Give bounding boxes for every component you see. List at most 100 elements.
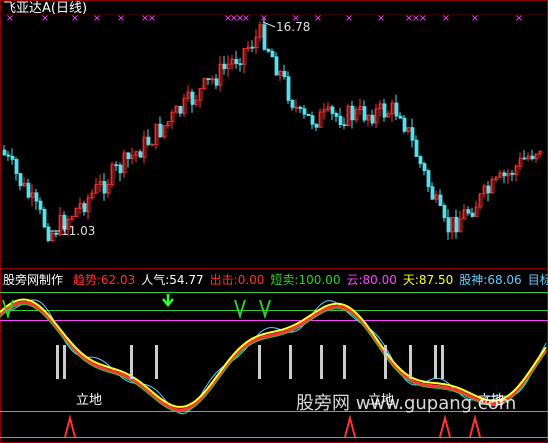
candle-body xyxy=(426,170,431,188)
candle-body xyxy=(522,157,527,160)
signal-v xyxy=(259,299,271,320)
candle-body xyxy=(394,102,399,117)
indicator-header: 股旁网制作 趋势:62.03 人气:54.77 出击:0.00 短卖:100.00 云:… xyxy=(3,273,548,287)
candlestick-chart[interactable]: × × × × × ×× ×××× × × × × × ××× × × × xyxy=(0,0,548,443)
candle-body xyxy=(362,106,367,121)
candle-body xyxy=(234,58,239,65)
candle-body xyxy=(438,194,443,206)
signal-bar xyxy=(63,345,66,379)
candle-body xyxy=(306,113,311,116)
candle-body xyxy=(350,105,355,121)
signal-bar xyxy=(130,345,133,379)
candle-body xyxy=(238,63,243,66)
signal-v xyxy=(234,299,246,320)
candle-body xyxy=(466,209,471,214)
candle-body xyxy=(418,156,423,164)
candle-body xyxy=(470,212,475,217)
indicator-value-4: 云:80.00 xyxy=(346,273,397,287)
watermark: 股旁网 www.gupang.com xyxy=(296,393,517,414)
indicator-value-3: 短卖:100.00 xyxy=(270,273,341,287)
signal-spike xyxy=(439,414,451,438)
signal-marker: × xyxy=(93,13,101,24)
candle-body xyxy=(338,115,343,126)
signal-spike xyxy=(64,414,76,438)
indicator-value-0: 趋势:62.03 xyxy=(72,273,136,287)
candle-body xyxy=(178,105,183,114)
candle-body xyxy=(190,91,195,105)
signal-spike xyxy=(344,414,356,438)
candle-body xyxy=(262,24,267,50)
chart-frame xyxy=(0,0,548,443)
signal-label-1: 立地 xyxy=(76,393,103,408)
candle-body xyxy=(310,115,315,125)
candle-body xyxy=(138,151,143,158)
candle-body xyxy=(382,103,387,118)
candle-body xyxy=(314,123,319,128)
stock-chart-window: × × × × × × × × × × × × × × × × × × × × × × 飞亚达A(日线) 16.78 11… xyxy=(0,0,548,443)
candle-body xyxy=(510,172,515,175)
candle-body xyxy=(18,173,23,187)
candle-body xyxy=(302,108,307,115)
signal-bar xyxy=(56,345,59,379)
signal-bar xyxy=(441,345,444,379)
signal-bar xyxy=(409,345,412,379)
chart-title: 飞亚达A(日线) xyxy=(3,2,87,16)
candle-body xyxy=(82,203,87,213)
candle-body xyxy=(158,123,163,138)
signal-spike xyxy=(469,414,481,438)
candle-body xyxy=(222,63,227,70)
candle-body xyxy=(370,114,375,124)
signal-bar xyxy=(155,345,158,379)
candle-body xyxy=(274,56,279,76)
candle-body xyxy=(214,78,219,86)
candle-body xyxy=(422,163,427,171)
signal-marker: × xyxy=(117,13,125,24)
candle-body xyxy=(290,99,295,108)
signal-marker: × xyxy=(314,13,322,24)
candle-body xyxy=(114,164,119,167)
indicator-line-yellow xyxy=(0,298,547,408)
signal-marker: × xyxy=(419,13,427,24)
candle-body xyxy=(206,78,211,81)
signal-marker: × xyxy=(148,13,156,24)
stock-name: 飞亚达A xyxy=(3,1,51,16)
candle-body xyxy=(330,106,335,114)
candle-body xyxy=(26,182,31,198)
candle-body xyxy=(250,46,255,49)
period-label: (日线) xyxy=(50,1,88,16)
indicator-value-7: 目标t xyxy=(527,273,548,287)
candle-body xyxy=(414,139,419,157)
candle-body xyxy=(398,115,403,119)
indicator-value-2: 出击:0.00 xyxy=(209,273,265,287)
signal-bar xyxy=(289,345,292,379)
candle-body xyxy=(146,136,151,145)
indicator-value-6: 股神:68.06 xyxy=(459,273,522,287)
signal-bar xyxy=(343,345,346,379)
indicator-value-1: 人气:54.77 xyxy=(141,273,204,287)
signal-bar xyxy=(258,345,261,379)
signal-bar xyxy=(320,345,323,379)
candle-body xyxy=(42,209,47,228)
high-price-label: 16.78 xyxy=(276,20,311,34)
candle-body xyxy=(342,124,347,127)
indicator-value-5: 天:87.50 xyxy=(402,273,454,287)
candle-body xyxy=(298,106,303,110)
candle-body xyxy=(102,181,107,194)
indicator-name: 股旁网制作 xyxy=(3,273,64,287)
candle-body xyxy=(286,76,291,101)
candle-body xyxy=(410,127,415,141)
candle-body xyxy=(150,144,155,146)
signal-marker: × xyxy=(515,13,523,24)
candle-body xyxy=(14,159,19,174)
candle-body xyxy=(126,152,131,160)
signal-bar xyxy=(434,345,437,379)
candle-body xyxy=(282,70,287,78)
candle-body xyxy=(266,48,271,52)
signal-marker: × xyxy=(471,13,479,24)
candle-body xyxy=(334,113,339,117)
candle-body xyxy=(442,205,447,219)
candle-body xyxy=(6,154,11,157)
candle-body xyxy=(530,155,535,160)
candle-body xyxy=(430,186,435,200)
candle-body xyxy=(502,172,507,177)
